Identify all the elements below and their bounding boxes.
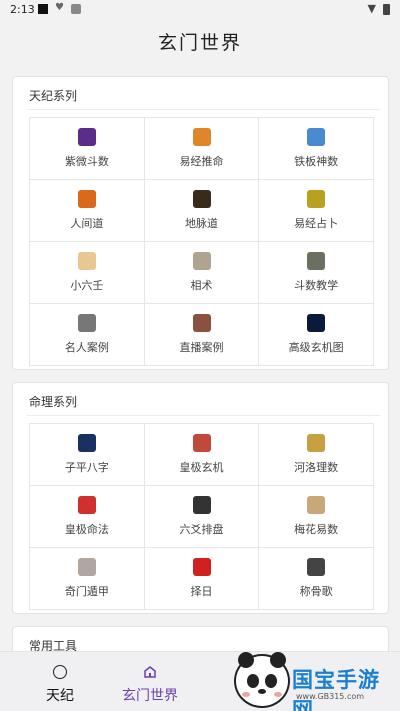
grid-item-label: 地脉道 — [185, 217, 218, 230]
renjian-icon — [78, 190, 96, 208]
grid-row: 紫微斗数 易经推命 铁板神数 — [30, 118, 375, 180]
section-card-tianji: 天纪系列 紫微斗数 易经推命 铁板神数人间道 地脉道 易经占卜小六壬 相术 斗数教学名人案例… — [12, 76, 389, 370]
tieban-icon — [307, 128, 326, 146]
qimen-icon — [78, 558, 96, 576]
grid-row: 人间道 地脉道 易经占卜 — [30, 180, 375, 242]
grid-item-label: 易经占卜 — [294, 217, 339, 230]
grid-item-label: 高级玄机图 — [288, 341, 344, 354]
grid-item-label: 小六壬 — [70, 279, 104, 292]
bazi-icon — [78, 434, 96, 452]
grid-item[interactable]: 名人案例 — [30, 304, 145, 366]
grid-item[interactable]: 紫微斗数 — [30, 118, 145, 180]
section-title: 命理系列 — [29, 395, 78, 409]
wifi-icon: ▼ — [367, 2, 376, 15]
live-icon — [192, 314, 211, 332]
watermark-text: 国宝手游网 — [292, 668, 380, 711]
watermark-url: www.GB315.com — [296, 692, 365, 701]
heluo-icon — [307, 434, 326, 452]
grid-row: 子平八字 皇极玄机 河洛理数 — [30, 424, 375, 486]
grid-item-label: 斗数教学 — [294, 279, 339, 292]
xuanji-icon — [307, 314, 326, 332]
teaching-icon — [307, 252, 326, 270]
zeri-icon — [192, 558, 211, 576]
battery-icon — [383, 4, 390, 15]
status-bar: 2:13 ♥ ▼ — [0, 0, 400, 20]
grid-item-label: 六爻排盘 — [179, 523, 224, 536]
grid-item-label: 直播案例 — [179, 341, 224, 354]
dimai-icon — [192, 190, 211, 208]
grid-item-label: 易经推命 — [179, 155, 224, 168]
grid-item-label: 皇极命法 — [64, 523, 109, 536]
tab-label: 玄门世界 — [122, 688, 178, 704]
ziwei-icon — [78, 128, 96, 146]
grid-item[interactable]: 奇门遁甲 — [30, 548, 145, 610]
notification-icon — [38, 4, 48, 14]
grid-item[interactable]: 子平八字 — [30, 424, 145, 486]
grid-item-label: 奇门遁甲 — [64, 585, 109, 598]
grid-item[interactable]: 六爻排盘 — [144, 486, 260, 548]
grid-item[interactable]: 梅花易数 — [259, 486, 375, 548]
grid-item[interactable]: 易经推命 — [144, 118, 260, 180]
grid-item-label: 名人案例 — [64, 341, 109, 354]
yinyang-icon — [192, 496, 211, 514]
feature-grid: 子平八字 皇极玄机 河洛理数皇极命法 六爻排盘 梅花易数奇门遁甲 择日 称骨歌 — [29, 423, 375, 610]
grid-item[interactable]: 小六壬 — [30, 242, 145, 304]
section-title: 常用工具 — [29, 639, 78, 651]
grid-item[interactable]: 相术 — [144, 242, 260, 304]
tab-xuanmen[interactable]: 玄门世界 — [90, 652, 210, 711]
grid-item-label: 河洛理数 — [294, 461, 339, 474]
grid-item-label: 紫微斗数 — [64, 155, 109, 168]
divider — [27, 415, 380, 416]
grid-item[interactable]: 高级玄机图 — [259, 304, 375, 366]
grid-item[interactable]: 称骨歌 — [259, 548, 375, 610]
grid-row: 名人案例 直播案例 高级玄机图 — [30, 304, 375, 366]
huangji-icon — [192, 434, 211, 452]
grid-item[interactable]: 直播案例 — [144, 304, 260, 366]
grid-item-label: 梅花易数 — [294, 523, 339, 536]
status-app2-icon — [71, 4, 81, 14]
grid-item-label: 称骨歌 — [299, 585, 333, 598]
grid-item[interactable]: 斗数教学 — [259, 242, 375, 304]
status-app-icon: ♥ — [55, 2, 64, 13]
mingfa-icon — [78, 496, 96, 514]
main-content[interactable]: 天纪系列 紫微斗数 易经推命 铁板神数人间道 地脉道 易经占卜小六壬 相术 斗数教学名人案例… — [0, 66, 400, 651]
xiangshu-icon — [192, 252, 211, 270]
liuren-icon — [78, 252, 96, 270]
circle-icon — [53, 665, 67, 679]
grid-item[interactable]: 人间道 — [30, 180, 145, 242]
status-time: 2:13 — [10, 3, 35, 16]
grid-item[interactable]: 皇极命法 — [30, 486, 145, 548]
meihua-icon — [307, 496, 326, 514]
section-title: 天纪系列 — [29, 89, 78, 103]
chenggu-icon — [307, 558, 326, 576]
panda-logo-icon — [234, 652, 290, 708]
grid-row: 皇极命法 六爻排盘 梅花易数 — [30, 486, 375, 548]
grid-item-label: 皇极玄机 — [179, 461, 224, 474]
grid-item-label: 择日 — [190, 585, 213, 598]
app-title: 玄门世界 — [157, 32, 242, 54]
section-card-mingli: 命理系列 子平八字 皇极玄机 河洛理数皇极命法 六爻排盘 梅花易数奇门遁甲 择日 称骨歌 — [12, 382, 389, 614]
home-icon — [144, 666, 156, 678]
feature-grid: 紫微斗数 易经推命 铁板神数人间道 地脉道 易经占卜小六壬 相术 斗数教学名人案例 直播案例 高… — [29, 117, 375, 366]
grid-item[interactable]: 地脉道 — [144, 180, 260, 242]
grid-item-label: 子平八字 — [64, 461, 109, 474]
grid-row: 小六壬 相术 斗数教学 — [30, 242, 375, 304]
zhanbu-icon — [307, 190, 326, 208]
divider — [27, 109, 380, 110]
celebrity-icon — [78, 314, 96, 332]
grid-item[interactable]: 易经占卜 — [259, 180, 375, 242]
grid-item-label: 铁板神数 — [294, 155, 339, 168]
section-card-tools: 常用工具 — [12, 626, 389, 651]
grid-item[interactable]: 铁板神数 — [259, 118, 375, 180]
grid-row: 奇门遁甲 择日 称骨歌 — [30, 548, 375, 610]
watermark: 国宝手游网 www.GB315.com — [228, 650, 400, 711]
grid-item[interactable]: 皇极玄机 — [144, 424, 260, 486]
grid-item[interactable]: 择日 — [144, 548, 260, 610]
grid-item[interactable]: 河洛理数 — [259, 424, 375, 486]
yijing-taiji-icon — [192, 128, 211, 146]
grid-item-label: 相术 — [190, 279, 213, 292]
grid-item-label: 人间道 — [70, 217, 104, 230]
